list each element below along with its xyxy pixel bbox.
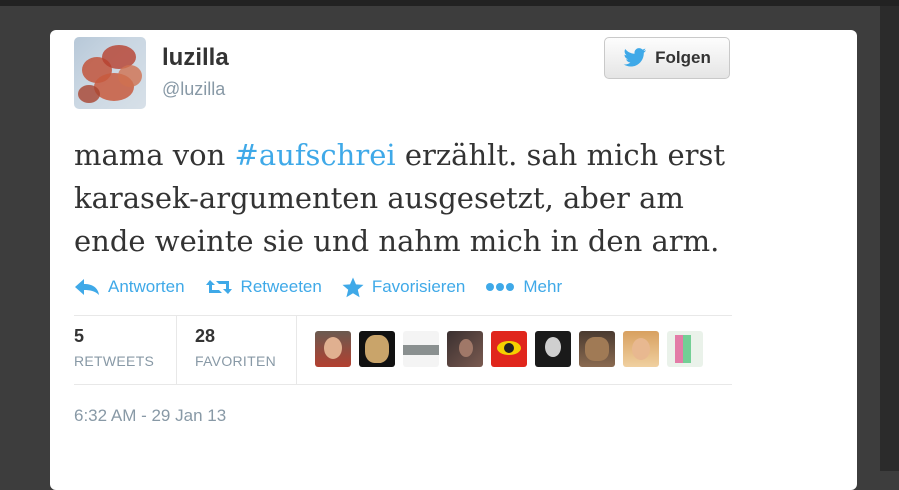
avatar[interactable] xyxy=(74,37,146,109)
more-icon xyxy=(486,283,515,291)
reply-icon xyxy=(75,279,99,295)
favoriter-avatar[interactable] xyxy=(579,331,615,367)
divider-bottom xyxy=(74,384,732,385)
favorites-stat[interactable]: 28 FAVORITEN xyxy=(195,316,295,384)
star-icon xyxy=(342,277,364,297)
tweet-actions: Antworten Retweeten Favorisieren Mehr xyxy=(74,272,582,302)
stats-separator xyxy=(296,316,297,384)
favoriter-avatar[interactable] xyxy=(403,331,439,367)
favorite-label: Favorisieren xyxy=(371,277,466,296)
tweet-text: mama von #aufschrei erzählt. sah mich er… xyxy=(74,134,754,263)
favoriter-avatar[interactable] xyxy=(535,331,571,367)
retweets-stat[interactable]: 5 RETWEETS xyxy=(74,316,174,384)
reply-label: Antworten xyxy=(108,277,185,296)
follow-button-label: Folgen xyxy=(655,48,711,67)
user-handle[interactable]: @luzilla xyxy=(162,79,225,100)
favoriter-avatar[interactable] xyxy=(315,331,351,367)
more-button[interactable]: Mehr xyxy=(485,277,562,297)
favorites-label: FAVORITEN xyxy=(195,353,277,369)
favoriter-avatar[interactable] xyxy=(447,331,483,367)
user-name[interactable]: luzilla xyxy=(162,44,229,72)
retweet-label: Retweeten xyxy=(240,277,322,296)
tweet-timestamp[interactable]: 6:32 AM - 29 Jan 13 xyxy=(74,406,226,426)
more-label: Mehr xyxy=(523,277,563,296)
top-bar xyxy=(0,0,899,6)
page-scrollbar-area xyxy=(880,6,899,471)
follow-button[interactable]: Folgen xyxy=(604,37,730,79)
favoriter-avatar[interactable] xyxy=(491,331,527,367)
retweet-button[interactable]: Retweeten xyxy=(205,277,322,297)
reply-button[interactable]: Antworten xyxy=(74,277,185,297)
favoriter-avatar[interactable] xyxy=(623,331,659,367)
hashtag-link[interactable]: #aufschrei xyxy=(235,138,396,172)
retweets-count: 5 xyxy=(74,326,85,346)
tweet-text-before: mama von xyxy=(74,138,235,172)
stats-separator xyxy=(176,316,177,384)
favoriters-avatars xyxy=(315,331,711,367)
twitter-bird-icon xyxy=(623,48,647,67)
favoriter-avatar[interactable] xyxy=(667,331,703,367)
favorites-count: 28 xyxy=(195,326,216,346)
retweets-label: RETWEETS xyxy=(74,353,155,369)
favorite-button[interactable]: Favorisieren xyxy=(342,277,466,298)
retweet-icon xyxy=(205,280,232,294)
favoriter-avatar[interactable] xyxy=(359,331,395,367)
